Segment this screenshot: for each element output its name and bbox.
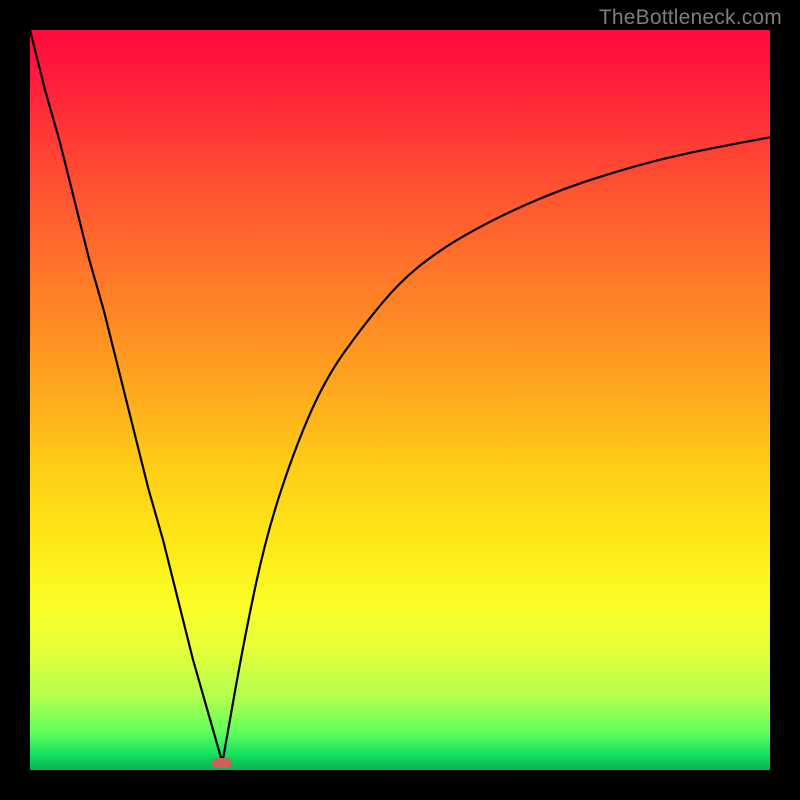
watermark-text: TheBottleneck.com (599, 6, 782, 30)
plot-area (30, 30, 770, 770)
chart-frame: TheBottleneck.com (0, 0, 800, 800)
curve-layer (30, 30, 770, 770)
minimum-marker (212, 758, 232, 768)
curve-path (30, 30, 770, 763)
